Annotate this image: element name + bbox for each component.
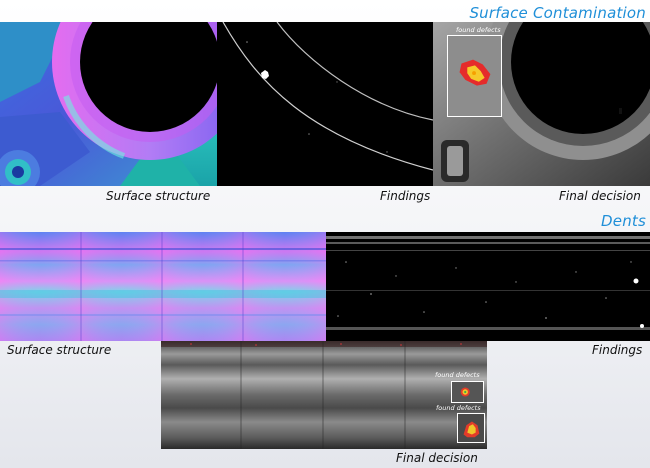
findings-image-dents: [326, 232, 650, 341]
caption-findings-dents: Findings: [592, 343, 643, 357]
findings-image-contamination: [217, 22, 433, 186]
caption-surface-structure-dents: Surface structure: [7, 343, 112, 357]
defect-box-dents-2: [457, 413, 485, 443]
caption-final-decision-dents: Final decision: [396, 451, 478, 465]
found-defects-label-dents-1: found defects: [435, 371, 480, 379]
surface-structure-image-contamination: [0, 22, 217, 186]
found-defects-label-contamination: found defects: [456, 26, 501, 34]
caption-surface-structure-contamination: Surface structure: [106, 189, 211, 203]
surface-structure-image-dents: [0, 232, 326, 341]
caption-findings-contamination: Findings: [380, 189, 431, 203]
final-decision-image-contamination: found defects: [433, 22, 650, 186]
section-title-surface-contamination: Surface Contamination: [469, 4, 646, 22]
final-decision-image-dents: found defects found defects: [161, 341, 487, 449]
found-defects-label-dents-2: found defects: [436, 404, 481, 412]
section-title-dents: Dents: [601, 212, 646, 230]
defect-box-dents-1: [451, 381, 484, 403]
defect-box-contamination: [447, 35, 502, 117]
caption-final-decision-contamination: Final decision: [559, 189, 641, 203]
